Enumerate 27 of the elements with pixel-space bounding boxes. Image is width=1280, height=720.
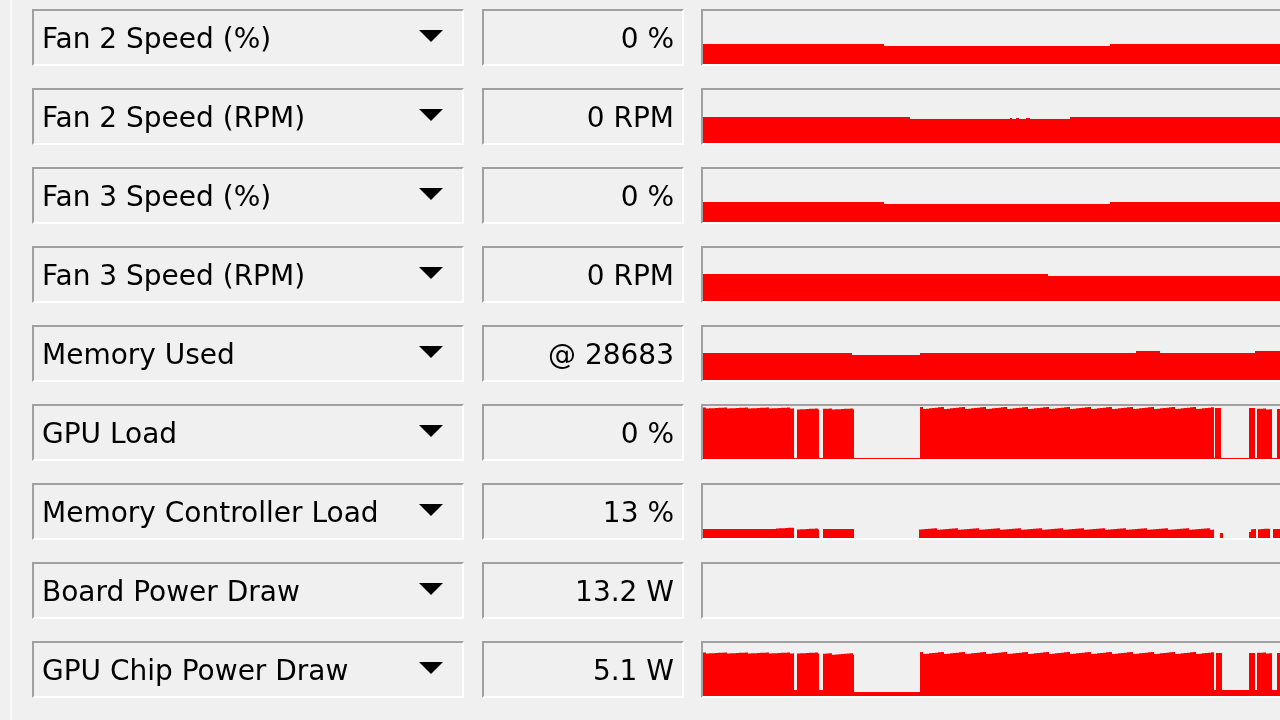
sensor-dropdown[interactable]: Board Power Draw — [32, 562, 464, 619]
sensor-dropdown[interactable]: Memory Controller Load — [32, 483, 464, 540]
sensor-dropdown[interactable]: GPU Load — [32, 404, 464, 461]
caret-icon — [419, 583, 443, 595]
caret-icon — [419, 662, 443, 674]
caret-icon — [419, 425, 443, 437]
sensor-dropdown[interactable]: Memory Used — [32, 325, 464, 382]
sensor-value: @ 28683 — [482, 325, 684, 382]
sensor-value: 13.2 W — [482, 562, 684, 619]
sensor-dropdown[interactable]: Fan 2 Speed (%) — [32, 9, 464, 66]
caret-icon — [419, 188, 443, 200]
sensor-value: 13 % — [482, 483, 684, 540]
caret-icon — [419, 109, 443, 121]
sensor-dropdown[interactable]: Fan 2 Speed (RPM) — [32, 88, 464, 145]
caret-icon — [419, 30, 443, 42]
sensor-value: 5.1 W — [482, 641, 684, 698]
caret-icon — [419, 267, 443, 279]
caret-icon — [419, 346, 443, 358]
sensor-dropdown[interactable]: Fan 3 Speed (RPM) — [32, 246, 464, 303]
sensor-dropdown[interactable]: Fan 3 Speed (%) — [32, 167, 464, 224]
sensor-value: 0 % — [482, 167, 684, 224]
sensor-value: 0 RPM — [482, 246, 684, 303]
sensor-dropdown[interactable]: GPU Chip Power Draw — [32, 641, 464, 698]
sensor-value: 0 % — [482, 404, 684, 461]
sensor-value: 0 % — [482, 9, 684, 66]
caret-icon — [419, 504, 443, 516]
sensor-value: 0 RPM — [482, 88, 684, 145]
